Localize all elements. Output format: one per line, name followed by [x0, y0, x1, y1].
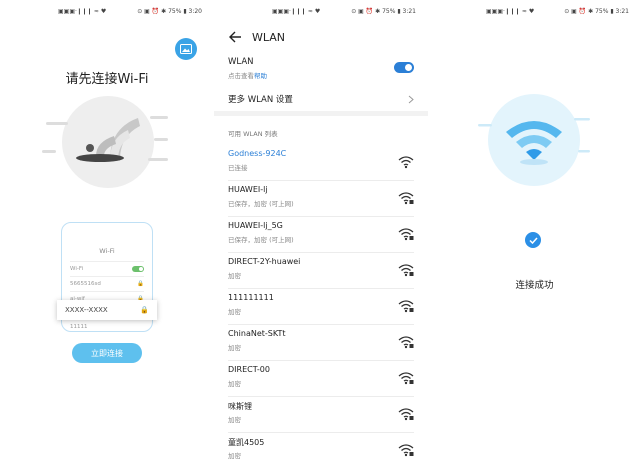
wifi-lock-icon [398, 408, 414, 421]
wifi-lock-icon [398, 300, 414, 313]
lock-wifi-icon: 🔒 [137, 280, 144, 287]
network-row[interactable]: 童凯4505 加密 [228, 433, 414, 461]
wifi-lock-icon [398, 228, 414, 241]
wifi-lock-icon [398, 372, 414, 385]
connect-now-button[interactable]: 立即连接 [72, 343, 142, 363]
network-row[interactable]: HUAWEI-lj 已保存，加密 (可上网) [228, 181, 414, 217]
divider [214, 111, 428, 116]
phone-row: 11111 [70, 319, 144, 333]
wifi-lock-icon [398, 444, 414, 457]
network-row[interactable]: DIRECT-2Y-huawei 加密 [228, 253, 414, 289]
connect-wifi-screen: ▣▣▣·❙❙❙ ≈ ♥ ⊙ ▣ ⏰ ✱ 75% ▮ 3:20 请先连接Wi-Fi… [0, 0, 214, 461]
phone-row-label: 11111 [70, 323, 88, 330]
page-title: WLAN [252, 30, 286, 44]
wlan-toggle-row: WLAN 点击查看帮助 [228, 57, 414, 83]
phone-row: Wi-Fi [70, 261, 144, 275]
status-bar: ▣▣▣·❙❙❙ ≈ ♥ ⊙ ▣ ⏰ ✱ 75% ▮ 3:20 [0, 8, 214, 18]
wlan-sub: 点击查看帮助 [228, 70, 414, 80]
network-status: 加密 [228, 452, 241, 460]
wifi-lock-icon [398, 192, 414, 205]
network-status: 已保存，加密 (可上网) [228, 236, 294, 244]
chevron-right-icon [408, 95, 414, 103]
success-screen: ▣▣▣·❙❙❙ ≈ ♥ ⊙ ▣ ⏰ ✱ 75% ▮ 3:21 连接成功 [428, 0, 641, 461]
network-name: DIRECT-2Y-huawei [228, 257, 301, 266]
network-name: HUAWEI-lj [228, 185, 268, 194]
network-name: Godness-924C [228, 149, 287, 158]
network-row[interactable]: HUAWEI-lj_5G 已保存，加密 (可上网) [228, 217, 414, 253]
wifi-lock-icon [398, 336, 414, 349]
network-status: 已连接 [228, 164, 248, 172]
status-bar: ▣▣▣·❙❙❙ ≈ ♥ ⊙ ▣ ⏰ ✱ 75% ▮ 3:21 [214, 8, 428, 18]
lock-wifi-icon: 🔒 [140, 306, 149, 314]
network-status: 加密 [228, 308, 241, 316]
network-name: 童凯4505 [228, 438, 265, 447]
status-left: ▣▣▣·❙❙❙ ≈ ♥ [486, 8, 535, 15]
network-name: DIRECT-00 [228, 365, 270, 374]
phone-row-label: Wi-Fi [70, 265, 84, 272]
wifi-success-illustration [478, 94, 590, 186]
image-icon[interactable] [175, 38, 197, 60]
network-name: 咪斯锂 [228, 402, 252, 411]
status-right: ⊙ ▣ ⏰ ✱ 75% ▮ 3:21 [351, 8, 416, 15]
back-arrow-icon[interactable] [228, 30, 242, 44]
status-right: ⊙ ▣ ⏰ ✱ 75% ▮ 3:20 [137, 8, 202, 15]
wifi-lock-icon [398, 264, 414, 277]
wlan-toggle[interactable] [394, 62, 414, 73]
selected-network-popup: XXXX--XXXX 🔒 [57, 300, 157, 320]
wlan-sub-text: 点击查看 [228, 72, 254, 80]
network-row[interactable]: 111111111 加密 [228, 289, 414, 325]
list-header: 可用 WLAN 列表 [228, 130, 278, 138]
wifi-illustration [42, 96, 168, 188]
wlan-settings-screen: ▣▣▣·❙❙❙ ≈ ♥ ⊙ ▣ ⏰ ✱ 75% ▮ 3:21 WLAN WLAN… [214, 0, 428, 461]
network-row[interactable]: DIRECT-00 加密 [228, 361, 414, 397]
success-message: 连接成功 [515, 280, 554, 291]
toggle-icon [132, 265, 144, 272]
phone-row: 5665516sd 🔒 [70, 276, 144, 290]
network-row[interactable]: ChinaNet-SKTt 加密 [228, 325, 414, 361]
network-row[interactable]: Godness-924C 已连接 [228, 145, 414, 181]
network-status: 加密 [228, 380, 241, 388]
status-left: ▣▣▣·❙❙❙ ≈ ♥ [58, 8, 107, 15]
check-icon [525, 232, 541, 248]
network-name: 111111111 [228, 293, 274, 302]
help-link[interactable]: 帮助 [254, 72, 267, 80]
popup-text: XXXX--XXXX [65, 306, 108, 314]
network-name: ChinaNet-SKTt [228, 329, 286, 338]
status-bar: ▣▣▣·❙❙❙ ≈ ♥ ⊙ ▣ ⏰ ✱ 75% ▮ 3:21 [428, 8, 641, 18]
status-right: ⊙ ▣ ⏰ ✱ 75% ▮ 3:21 [564, 8, 629, 15]
network-status: 加密 [228, 344, 241, 352]
wlan-label: WLAN [228, 57, 254, 67]
more-wlan-settings[interactable]: 更多 WLAN 设置 [228, 92, 414, 106]
wifi-icon [398, 156, 414, 169]
phone-title: Wi-Fi [99, 247, 115, 255]
network-row[interactable]: 咪斯锂 加密 [228, 397, 414, 433]
network-status: 已保存，加密 (可上网) [228, 200, 294, 208]
network-status: 加密 [228, 416, 241, 424]
status-left: ▣▣▣·❙❙❙ ≈ ♥ [272, 8, 321, 15]
phone-row-label: 5665516sd [70, 280, 101, 287]
page-title: 请先连接Wi-Fi [65, 72, 149, 87]
header: WLAN [228, 29, 285, 45]
settings-label: 更多 WLAN 设置 [228, 95, 293, 105]
network-status: 加密 [228, 272, 241, 280]
network-name: HUAWEI-lj_5G [228, 221, 283, 230]
